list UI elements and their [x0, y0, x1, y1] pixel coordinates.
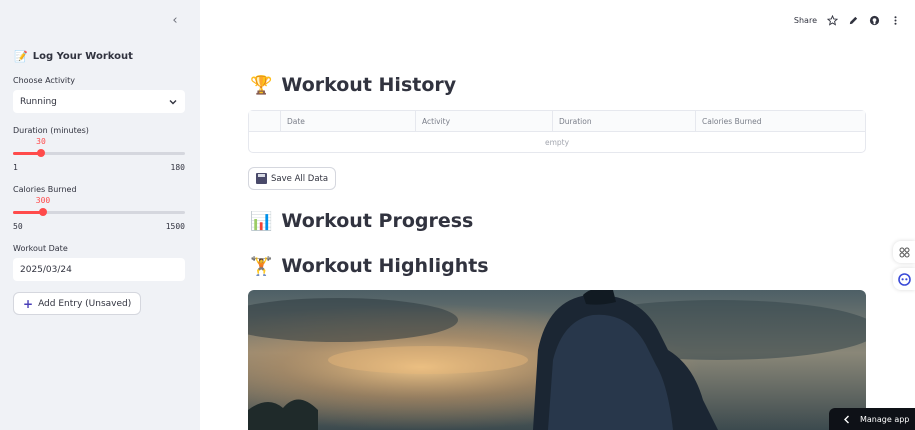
- weightlifter-icon: 🏋️: [250, 255, 273, 277]
- slider-thumb[interactable]: [37, 149, 45, 157]
- workout-highlight-image: [248, 290, 866, 430]
- trophy-icon: 🏆: [250, 74, 273, 96]
- sidebar: ‹ 📝 Log Your Workout Choose Activity Run…: [0, 0, 200, 430]
- duration-slider[interactable]: 30 1 180: [13, 137, 185, 178]
- plus-icon: +: [23, 296, 34, 311]
- highlights-heading: 🏋️ Workout Highlights: [250, 255, 489, 277]
- save-all-button[interactable]: Save All Data: [248, 167, 337, 190]
- column-header-calories[interactable]: Calories Burned: [695, 111, 865, 132]
- slider-max: 180: [170, 163, 185, 172]
- activity-select[interactable]: Running: [13, 90, 185, 113]
- add-entry-button[interactable]: + Add Entry (Unsaved): [13, 292, 142, 315]
- keyboard-shortcuts-icon[interactable]: [893, 241, 915, 263]
- duration-label: Duration (minutes): [13, 126, 89, 135]
- sidebar-title-text: Log Your Workout: [32, 51, 133, 62]
- progress-heading: 📊 Workout Progress: [250, 210, 473, 232]
- history-table[interactable]: Date Activity Duration Calories Burned e…: [248, 110, 866, 153]
- date-input[interactable]: 2025/03/24: [13, 258, 185, 281]
- activity-label: Choose Activity: [13, 76, 75, 85]
- toolbar: Share: [794, 12, 901, 28]
- sidebar-title: 📝 Log Your Workout: [14, 50, 133, 63]
- column-header-activity[interactable]: Activity: [415, 111, 553, 132]
- floppy-disk-icon: [256, 173, 267, 184]
- collapse-sidebar-button[interactable]: ‹: [168, 14, 182, 28]
- slider-value: 300: [35, 196, 51, 205]
- table-empty-message: empty: [544, 138, 570, 147]
- calories-label: Calories Burned: [13, 185, 77, 194]
- bar-chart-icon: 📊: [250, 210, 273, 232]
- slider-max: 1500: [165, 222, 185, 231]
- chevron-down-icon: [169, 99, 177, 104]
- column-header-duration[interactable]: Duration: [552, 111, 696, 132]
- manage-app-label: Manage app: [860, 414, 910, 424]
- table-header: Date Activity Duration Calories Burned: [249, 111, 865, 132]
- progress-heading-text: Workout Progress: [281, 210, 474, 232]
- manage-app-button[interactable]: Manage app: [829, 408, 915, 430]
- activity-select-value: Running: [20, 96, 57, 107]
- more-menu-icon[interactable]: [890, 15, 901, 26]
- calories-slider[interactable]: 300 50 1500: [13, 196, 185, 237]
- history-heading-text: Workout History: [281, 74, 457, 96]
- slider-value: 30: [36, 137, 46, 146]
- save-all-label: Save All Data: [271, 173, 329, 184]
- slider-thumb[interactable]: [39, 208, 47, 216]
- share-button[interactable]: Share: [794, 16, 817, 25]
- slider-min: 1: [13, 163, 18, 172]
- date-label: Workout Date: [13, 244, 68, 253]
- edit-icon[interactable]: [848, 15, 859, 26]
- github-icon[interactable]: [869, 15, 880, 26]
- assistant-icon[interactable]: [893, 268, 915, 290]
- chevron-left-icon: [844, 415, 849, 423]
- add-entry-label: Add Entry (Unsaved): [38, 298, 132, 309]
- history-heading: 🏆 Workout History: [250, 74, 456, 96]
- column-header-date[interactable]: Date: [280, 111, 416, 132]
- highlights-heading-text: Workout Highlights: [281, 255, 489, 277]
- slider-min: 50: [13, 222, 23, 231]
- memo-icon: 📝: [14, 50, 28, 63]
- star-icon[interactable]: [827, 14, 838, 26]
